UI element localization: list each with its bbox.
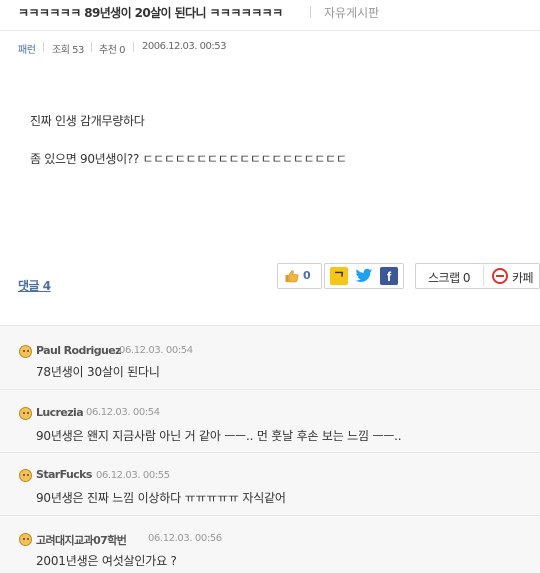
user-avatar-icon [19,345,32,358]
button-divider [483,266,484,286]
kakao-share-icon[interactable]: ᄀ [330,267,348,285]
user-avatar-icon [19,469,32,482]
comment-text: 2001년생은 여섯살인가요 ? [36,554,177,568]
comment-date: 06.12.03. 00:56 [148,533,222,544]
twitter-icon [355,268,373,282]
comment-divider [0,389,540,390]
comment-divider [0,452,540,453]
post-author[interactable]: 패런 [18,41,36,56]
comment-date: 06.12.03. 00:54 [119,345,193,356]
post-views: 조회 53 [52,45,84,56]
comment-divider [0,515,540,516]
meta-divider [91,42,92,52]
comment-author[interactable]: 고려대지교과07학번 [36,532,127,548]
twitter-share-button[interactable] [355,267,373,285]
post-title: ㅋㅋㅋㅋㅋㅋ 89년생이 20살이 된다니 ㅋㅋㅋㅋㅋㅋㅋ [18,6,283,20]
cafe-button[interactable]: 카페 [512,269,534,286]
comment-author[interactable]: Paul Rodriguez [36,344,121,357]
comments-link[interactable]: 댓글 4 [18,277,51,294]
like-button[interactable] [277,263,322,289]
thumbs-up-icon [285,270,299,283]
like-count: 0 [303,269,311,282]
post-date: 2006.12.03. 00:53 [142,41,226,52]
comment-text: 90년생은 왠지 지금사람 아닌 거 같아 ㅡㅡ.. 먼 훗날 후손 보는 느낌… [36,429,402,443]
no-entry-icon [492,268,508,284]
user-avatar-icon [19,407,32,420]
comment-author[interactable]: Lucrezia [36,406,84,419]
post-body-line: 진짜 인생 감개무량하다 [30,114,145,128]
header-divider [0,30,540,31]
comment-text: 78년생이 30살이 된다니 [36,365,160,379]
comment-date: 06.12.03. 00:54 [86,407,160,418]
title-divider [310,6,311,18]
user-avatar-icon [19,533,32,546]
post-body-line: 좀 있으면 90년생이?? ㄷㄷㄷㄷㄷㄷㄷㄷㄷㄷㄷㄷㄷㄷㄷㄷㄷㄷㄷ [30,152,347,166]
meta-divider [133,42,134,52]
facebook-share-icon[interactable]: f [380,267,398,285]
scrap-button[interactable]: 스크랩 0 [428,269,471,286]
comment-author[interactable]: StarFucks [36,468,92,481]
comments-top-border [0,325,540,326]
board-link[interactable]: 자유게시판 [324,4,379,21]
comment-date: 06.12.03. 00:55 [96,470,170,481]
comment-text: 90년생은 진짜 느낌 이상하다 ㅠㅠㅠㅠㅠ 자식같어 [36,491,286,505]
post-recommend: 추천 0 [99,45,125,56]
meta-divider [43,42,44,52]
